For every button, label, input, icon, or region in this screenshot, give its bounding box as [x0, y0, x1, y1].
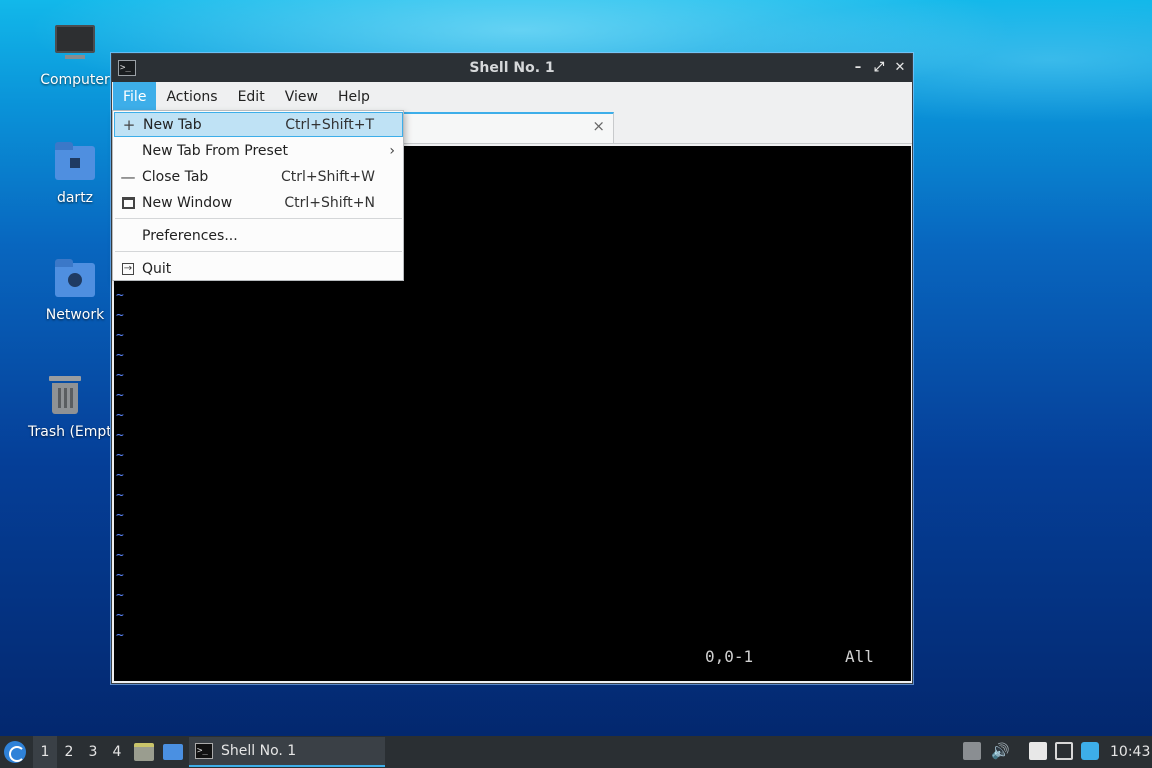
- window-titlebar[interactable]: >_ Shell No. 1 – ⤢ ✕: [112, 54, 912, 82]
- minus-icon: —: [120, 167, 136, 186]
- menu-edit[interactable]: Edit: [228, 82, 275, 112]
- home-folder-icon: [53, 140, 97, 184]
- close-icon[interactable]: ✕: [892, 60, 908, 76]
- workspace-2[interactable]: 2: [57, 736, 81, 768]
- tilde-line: ~: [116, 608, 124, 623]
- tilde-line: ~: [116, 308, 124, 323]
- tilde-line: ~: [116, 428, 124, 443]
- menu-item-label: New Window: [142, 194, 233, 211]
- tilde-line: ~: [116, 368, 124, 383]
- network-folder-icon: [53, 257, 97, 301]
- menu-item-quit[interactable]: → Quit: [114, 256, 403, 281]
- menu-item-shortcut: Ctrl+Shift+T: [285, 116, 374, 133]
- vim-tilde-column: ~ ~ ~ ~ ~ ~ ~ ~ ~ ~ ~ ~ ~ ~ ~ ~ ~ ~: [116, 286, 124, 646]
- task-label: Shell No. 1: [221, 743, 297, 759]
- workspace-3[interactable]: 3: [81, 736, 105, 768]
- new-window-icon: [120, 195, 136, 211]
- menu-item-label: Close Tab: [142, 168, 209, 185]
- scroll-indicator: All: [845, 647, 874, 666]
- maximize-icon[interactable]: ⤢: [871, 60, 887, 76]
- taskbar-task-shell[interactable]: >_ Shell No. 1: [189, 737, 385, 767]
- menu-item-new-tab-from-preset[interactable]: New Tab From Preset ›: [114, 138, 403, 163]
- menu-item-shortcut: Ctrl+Shift+W: [280, 168, 375, 185]
- tilde-line: ~: [116, 468, 124, 483]
- desktop-icon-trash[interactable]: Trash (Empty): [20, 374, 110, 440]
- menu-actions[interactable]: Actions: [156, 82, 227, 112]
- file-menu-dropdown: + New Tab Ctrl+Shift+T New Tab From Pres…: [112, 110, 404, 281]
- menu-help[interactable]: Help: [328, 82, 380, 112]
- tilde-line: ~: [116, 328, 124, 343]
- computer-icon: [53, 22, 97, 66]
- tilde-line: ~: [116, 388, 124, 403]
- start-menu-icon[interactable]: [4, 741, 26, 763]
- show-desktop-icon[interactable]: [163, 744, 183, 760]
- plus-icon: +: [122, 115, 136, 134]
- menu-item-label: New Tab: [143, 116, 202, 133]
- terminal-icon: >_: [195, 743, 213, 759]
- menu-item-new-window[interactable]: New Window Ctrl+Shift+N: [114, 190, 403, 215]
- tilde-line: ~: [116, 588, 124, 603]
- tilde-line: ~: [116, 548, 124, 563]
- menu-item-close-tab[interactable]: — Close Tab Ctrl+Shift+W: [114, 164, 403, 189]
- quit-icon: →: [122, 262, 134, 275]
- notification-icon[interactable]: [1081, 742, 1099, 760]
- cursor-position: 0,0-1: [705, 647, 754, 666]
- tray-expand-icon[interactable]: [963, 742, 981, 760]
- menu-separator: [115, 251, 402, 252]
- menu-bar: File Actions Edit View Help: [112, 82, 912, 112]
- menu-view[interactable]: View: [275, 82, 328, 112]
- volume-icon[interactable]: 🔊: [991, 742, 1010, 760]
- tilde-line: ~: [116, 408, 124, 423]
- tilde-line: ~: [116, 628, 124, 643]
- chevron-right-icon: ›: [389, 142, 395, 159]
- network-icon[interactable]: [1055, 742, 1073, 760]
- file-manager-icon[interactable]: [134, 743, 154, 761]
- tilde-line: ~: [116, 448, 124, 463]
- menu-item-label: New Tab From Preset: [142, 142, 288, 159]
- tilde-line: ~: [116, 508, 124, 523]
- terminal-icon[interactable]: >_: [118, 60, 136, 76]
- workspace-1[interactable]: 1: [33, 736, 57, 768]
- desktop-icon-label: Trash (Empty): [28, 424, 110, 440]
- tilde-line: ~: [116, 568, 124, 583]
- taskbar: 1 2 3 4 >_ Shell No. 1 🔊 10:43: [0, 736, 1152, 768]
- menu-item-preferences[interactable]: Preferences...: [114, 223, 403, 248]
- trash-icon: [43, 374, 87, 418]
- tilde-line: ~: [116, 528, 124, 543]
- tilde-line: ~: [116, 288, 124, 303]
- clipboard-icon[interactable]: [1029, 742, 1047, 760]
- menu-file[interactable]: File: [113, 82, 157, 112]
- menu-item-label: Preferences...: [142, 227, 238, 244]
- tilde-line: ~: [116, 488, 124, 503]
- minimize-icon[interactable]: –: [850, 60, 866, 76]
- tab-close-icon[interactable]: ×: [592, 117, 605, 135]
- menu-item-new-tab[interactable]: + New Tab Ctrl+Shift+T: [114, 112, 403, 137]
- menu-item-shortcut: Ctrl+Shift+N: [284, 194, 375, 211]
- menu-item-label: Quit: [142, 260, 172, 277]
- clock[interactable]: 10:43: [1110, 736, 1150, 768]
- tilde-line: ~: [116, 348, 124, 363]
- menu-separator: [115, 218, 402, 219]
- workspace-4[interactable]: 4: [105, 736, 129, 768]
- window-title: Shell No. 1: [469, 60, 555, 76]
